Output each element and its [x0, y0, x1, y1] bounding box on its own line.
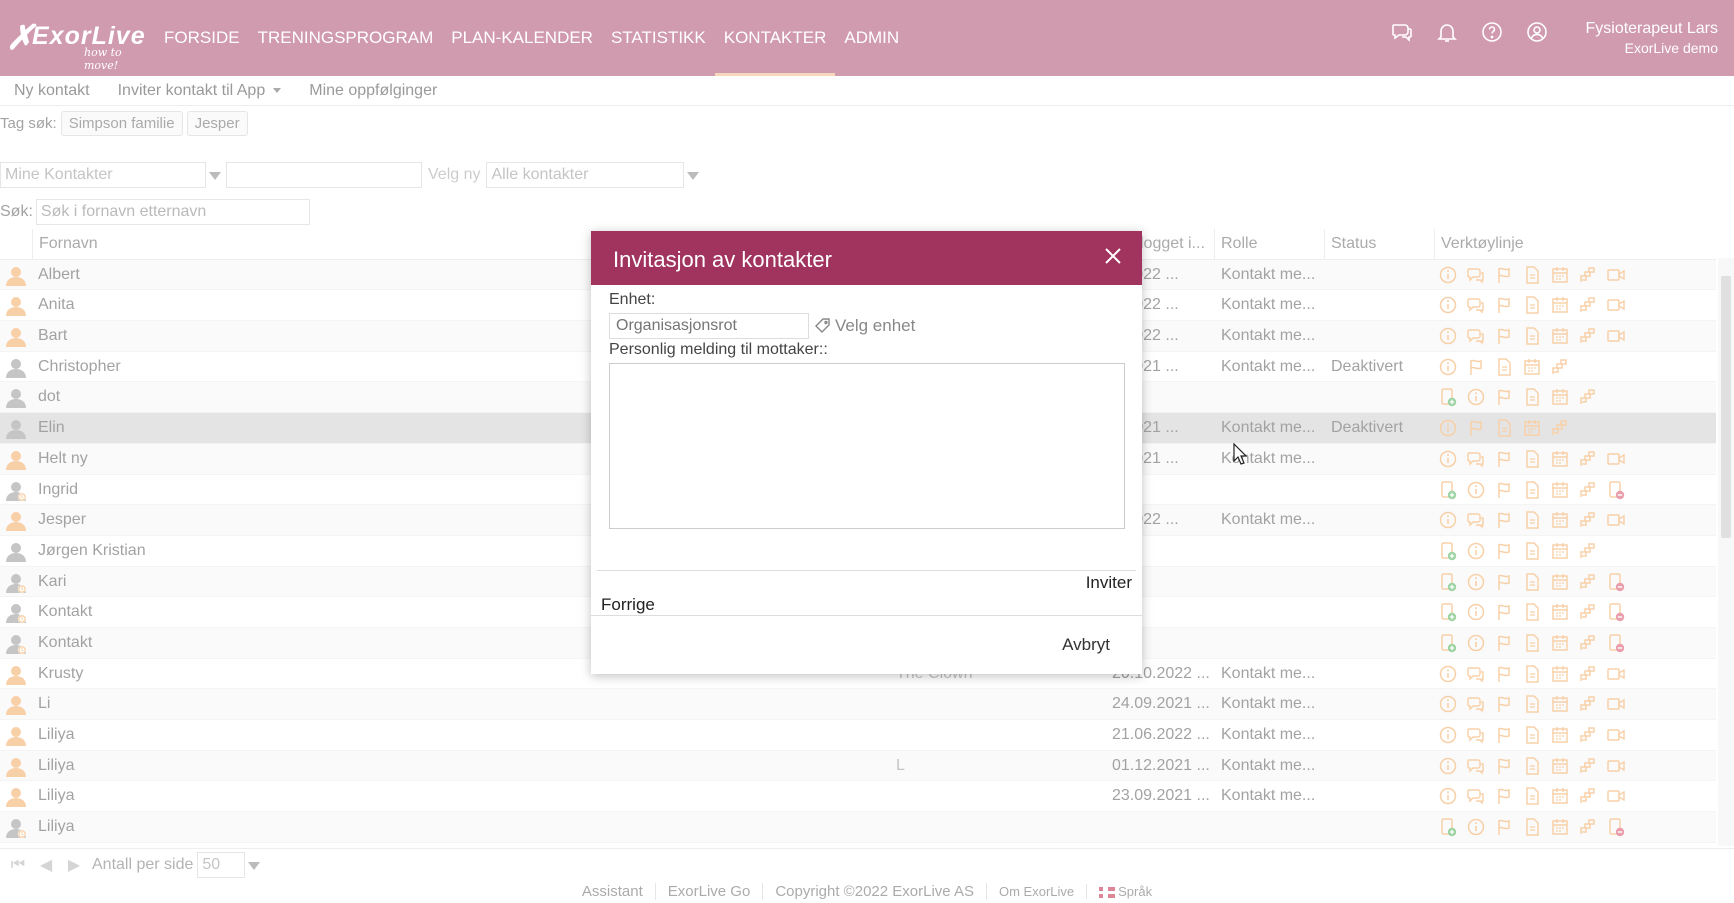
dialog-divider: [597, 570, 1136, 571]
dialog-title: Invitasjon av kontakter: [613, 247, 832, 272]
unit-field[interactable]: [609, 313, 809, 339]
dialog-header: Invitasjon av kontakter: [591, 231, 1142, 285]
unit-label: Enhet:: [609, 291, 656, 308]
invite-contacts-dialog: Invitasjon av kontakter Enhet: Velg enhe…: [591, 231, 1142, 674]
pick-unit-button[interactable]: Velg enhet: [813, 316, 915, 336]
close-icon[interactable]: [1102, 245, 1124, 267]
tag-icon: [815, 318, 830, 333]
mouse-cursor-icon: [1233, 443, 1247, 465]
personal-message-input[interactable]: [609, 363, 1125, 529]
cancel-button[interactable]: Avbryt: [1062, 635, 1110, 655]
message-label: Personlig melding til mottaker::: [609, 341, 828, 358]
unit-row: Velg enhet: [609, 313, 915, 339]
invite-button[interactable]: Inviter: [1086, 573, 1132, 593]
previous-button[interactable]: Forrige: [601, 595, 655, 615]
dialog-body: Enhet: Velg enhet Personlig melding til …: [609, 291, 1125, 529]
dialog-divider: [591, 615, 1142, 616]
